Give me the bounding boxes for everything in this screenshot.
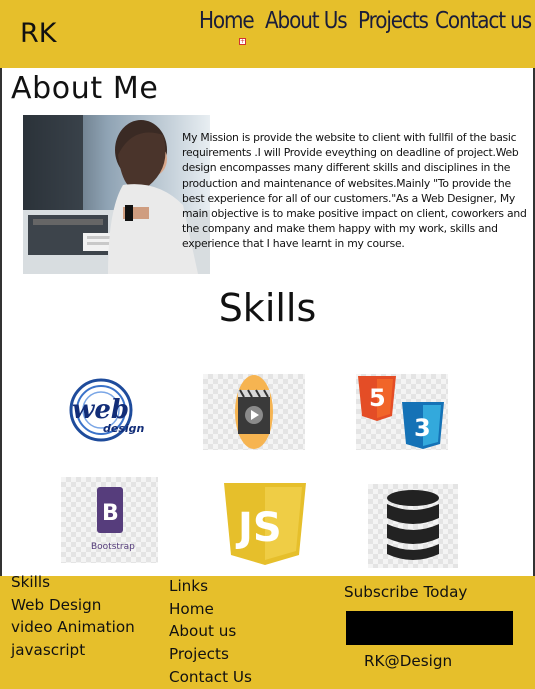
subscribe-email-input[interactable] bbox=[346, 611, 513, 645]
header-bar: RK Home About Us Projects Contact us + bbox=[0, 0, 535, 68]
web-logo-text: web bbox=[72, 395, 129, 425]
web-logo-sub: design bbox=[103, 422, 145, 435]
js-label: JS bbox=[235, 505, 282, 551]
html5-css3-icon: 5 3 bbox=[356, 374, 448, 450]
about-paragraph: My Mission is provide the website to cli… bbox=[182, 131, 527, 251]
site-logo[interactable]: RK bbox=[20, 18, 56, 49]
about-heading: About Me bbox=[11, 71, 159, 106]
footer-link-video-animation[interactable]: video Animation bbox=[11, 616, 135, 639]
bootstrap-label: Bootstrap bbox=[91, 542, 135, 552]
css3-label: 3 bbox=[414, 414, 431, 442]
footer-links-list: Links Home About us Projects Contact Us bbox=[169, 575, 252, 689]
footer-skills-heading[interactable]: Skills bbox=[11, 571, 135, 594]
footer-link-web-design[interactable]: Web Design bbox=[11, 594, 135, 617]
video-animation-icon bbox=[203, 374, 305, 450]
expand-marker-icon: + bbox=[239, 38, 246, 45]
bootstrap-letter: B bbox=[102, 501, 119, 526]
skills-heading: Skills bbox=[218, 286, 317, 330]
footer-link-projects[interactable]: Projects bbox=[169, 643, 252, 666]
database-icon bbox=[368, 484, 458, 568]
footer-links-heading: Links bbox=[169, 577, 209, 595]
main-nav: Home About Us Projects Contact us bbox=[199, 8, 535, 42]
nav-home[interactable]: Home bbox=[199, 8, 255, 34]
footer-link-contact-us[interactable]: Contact Us bbox=[169, 666, 252, 689]
footer-link-home[interactable]: Home bbox=[169, 598, 252, 621]
nav-contact-us[interactable]: Contact us bbox=[435, 8, 532, 34]
footer-skills-list: Skills Web Design video Animation javasc… bbox=[11, 571, 135, 662]
web-design-icon: web design bbox=[67, 374, 157, 446]
subscribe-heading: Subscribe Today bbox=[344, 583, 468, 601]
javascript-icon: JS bbox=[224, 483, 306, 565]
nav-projects[interactable]: Projects bbox=[358, 8, 429, 34]
html5-label: 5 bbox=[369, 384, 386, 412]
nav-about-us[interactable]: About Us bbox=[265, 8, 348, 34]
bootstrap-icon: B Bootstrap bbox=[61, 477, 158, 563]
footer-link-about-us[interactable]: About us bbox=[169, 620, 252, 643]
footer-link-javascript[interactable]: javascript bbox=[11, 639, 135, 662]
footer-credit: RK@Design bbox=[364, 652, 453, 670]
